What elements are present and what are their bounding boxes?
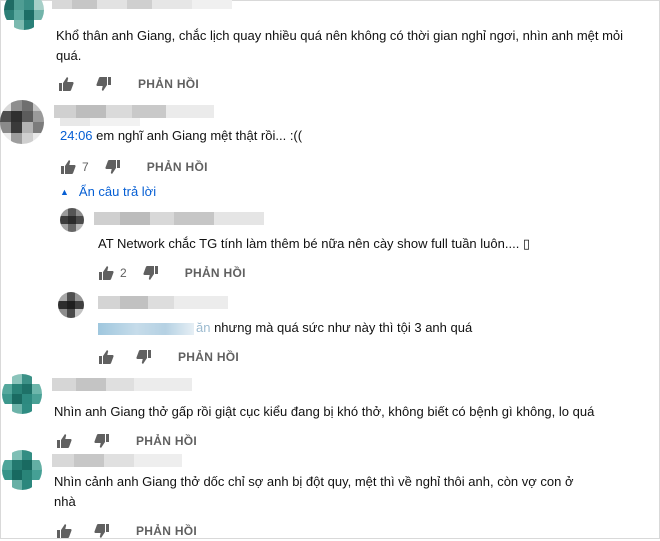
- comment-body: em nghĩ anh Giang mệt thật rồi... :((: [92, 128, 303, 143]
- comment-actions: PHẢN HỒI: [58, 74, 199, 94]
- comment-text: AT Network chắc TG tính làm thêm bé nữa …: [98, 236, 531, 251]
- thumbs-up-icon[interactable]: [98, 349, 114, 365]
- avatar[interactable]: [2, 374, 42, 414]
- mention-tail: ăn: [196, 320, 211, 335]
- reply-button[interactable]: PHẢN HỒI: [136, 524, 197, 538]
- comment-actions: PHẢN HỒI: [98, 347, 239, 367]
- comment-actions: PHẢN HỒI: [56, 431, 197, 451]
- thumbs-up-icon[interactable]: [56, 433, 72, 449]
- thumbs-down-icon[interactable]: [96, 76, 112, 92]
- author-name-blurred[interactable]: [52, 378, 192, 391]
- comment-actions: 7 PHẢN HỒI: [60, 157, 208, 177]
- thumbs-up-icon[interactable]: [58, 76, 74, 92]
- author-name-blurred[interactable]: [52, 0, 232, 9]
- comment-text: Nhìn anh Giang thở gấp rồi giật cục kiểu…: [54, 404, 595, 419]
- avatar[interactable]: [60, 208, 84, 232]
- reply-button[interactable]: PHẢN HỒI: [138, 77, 199, 91]
- thumbs-down-icon[interactable]: [143, 265, 159, 281]
- thumbs-down-icon[interactable]: [94, 523, 110, 539]
- comment-text: 24:06 em nghĩ anh Giang mệt thật rồi... …: [60, 126, 302, 146]
- comment-actions: PHẢN HỒI: [56, 521, 197, 541]
- reply-button[interactable]: PHẢN HỒI: [178, 350, 239, 364]
- comment-text: ăn nhưng mà quá sức như này thì tội 3 an…: [98, 318, 472, 338]
- author-name-blurred[interactable]: [94, 212, 264, 225]
- like-count: 7: [82, 160, 89, 174]
- reply-button[interactable]: PHẢN HỒI: [136, 434, 197, 448]
- comment-actions: 2 PHẢN HỒI: [98, 263, 246, 283]
- comment-text: Khổ thân anh Giang, chắc lịch quay nhiều…: [56, 28, 624, 63]
- hide-replies-label: Ẩn câu trả lời: [78, 184, 157, 199]
- thumbs-down-icon[interactable]: [105, 159, 121, 175]
- timestamp-link[interactable]: 24:06: [60, 128, 93, 143]
- avatar[interactable]: [0, 100, 44, 144]
- avatar[interactable]: [4, 0, 44, 30]
- thumbs-down-icon[interactable]: [94, 433, 110, 449]
- author-name-blurred[interactable]: [52, 454, 182, 467]
- author-name-blurred[interactable]: [54, 105, 214, 118]
- thumbs-down-icon[interactable]: [136, 349, 152, 365]
- comment-body: nhưng mà quá sức như này thì tội 3 anh q…: [210, 320, 473, 335]
- reply-button[interactable]: PHẢN HỒI: [147, 160, 208, 174]
- mention-link[interactable]: [98, 322, 194, 335]
- avatar[interactable]: [58, 292, 84, 318]
- thumbs-up-icon[interactable]: [98, 265, 114, 281]
- reply-button[interactable]: PHẢN HỒI: [185, 266, 246, 280]
- thumbs-up-icon[interactable]: [56, 523, 72, 539]
- comment-text: Nhìn cảnh anh Giang thở dốc chỉ sợ anh b…: [54, 474, 574, 509]
- caret-up-icon: ▲: [60, 186, 69, 197]
- thumbs-up-icon[interactable]: [60, 159, 76, 175]
- avatar[interactable]: [2, 450, 42, 490]
- like-count: 2: [120, 266, 127, 280]
- author-name-blurred: [60, 118, 140, 126]
- author-name-blurred[interactable]: [98, 296, 228, 309]
- hide-replies-button[interactable]: ▲ Ẩn câu trả lời: [60, 184, 156, 199]
